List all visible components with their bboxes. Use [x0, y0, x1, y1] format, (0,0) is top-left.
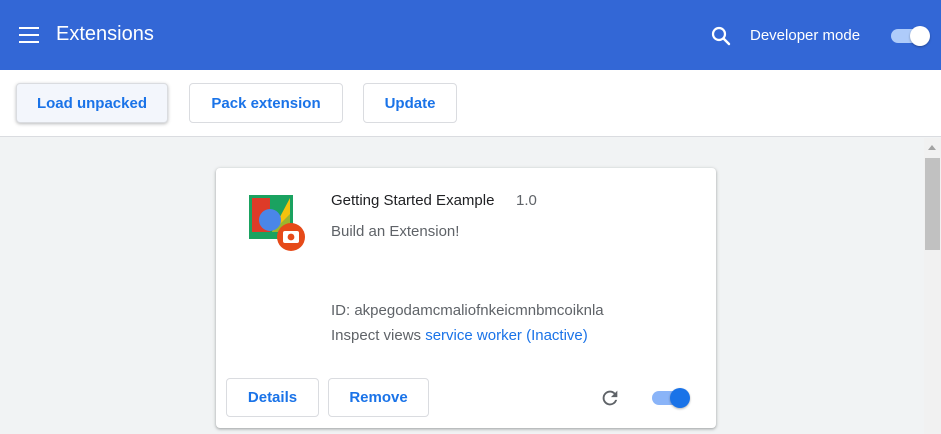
inspect-views: Inspect views service worker (Inactive) [331, 327, 588, 344]
developer-mode-label: Developer mode [750, 27, 861, 44]
pack-extension-button[interactable]: Pack extension [189, 83, 343, 123]
vertical-scrollbar[interactable] [924, 138, 941, 434]
page-title: Extensions [56, 23, 154, 45]
load-unpacked-button[interactable]: Load unpacked [16, 83, 168, 123]
scroll-up-arrow-icon[interactable] [928, 145, 936, 150]
app-header: Extensions Developer mode [0, 0, 941, 70]
extension-id: ID: akpegodamcmaliofnkeicmnbmcoiknla [331, 302, 604, 319]
extension-name: Getting Started Example [331, 192, 495, 209]
extension-enable-toggle[interactable] [650, 388, 692, 408]
toolbar: Load unpacked Pack extension Update [0, 70, 941, 137]
search-icon[interactable] [709, 24, 733, 48]
hamburger-menu-icon[interactable] [19, 26, 39, 44]
update-button[interactable]: Update [363, 83, 457, 123]
scrollbar-thumb[interactable] [925, 158, 940, 250]
inspect-views-label: Inspect views [331, 327, 422, 344]
developer-mode-toggle[interactable] [890, 26, 932, 46]
reload-icon[interactable] [599, 387, 621, 409]
extension-card: Getting Started Example 1.0 Build an Ext… [216, 168, 716, 428]
extension-version: 1.0 [516, 192, 537, 209]
service-worker-link[interactable]: service worker (Inactive) [425, 327, 588, 344]
details-button[interactable]: Details [226, 378, 319, 417]
extension-logo-icon [248, 194, 308, 254]
extension-description: Build an Extension! [331, 223, 460, 240]
remove-button[interactable]: Remove [328, 378, 429, 417]
